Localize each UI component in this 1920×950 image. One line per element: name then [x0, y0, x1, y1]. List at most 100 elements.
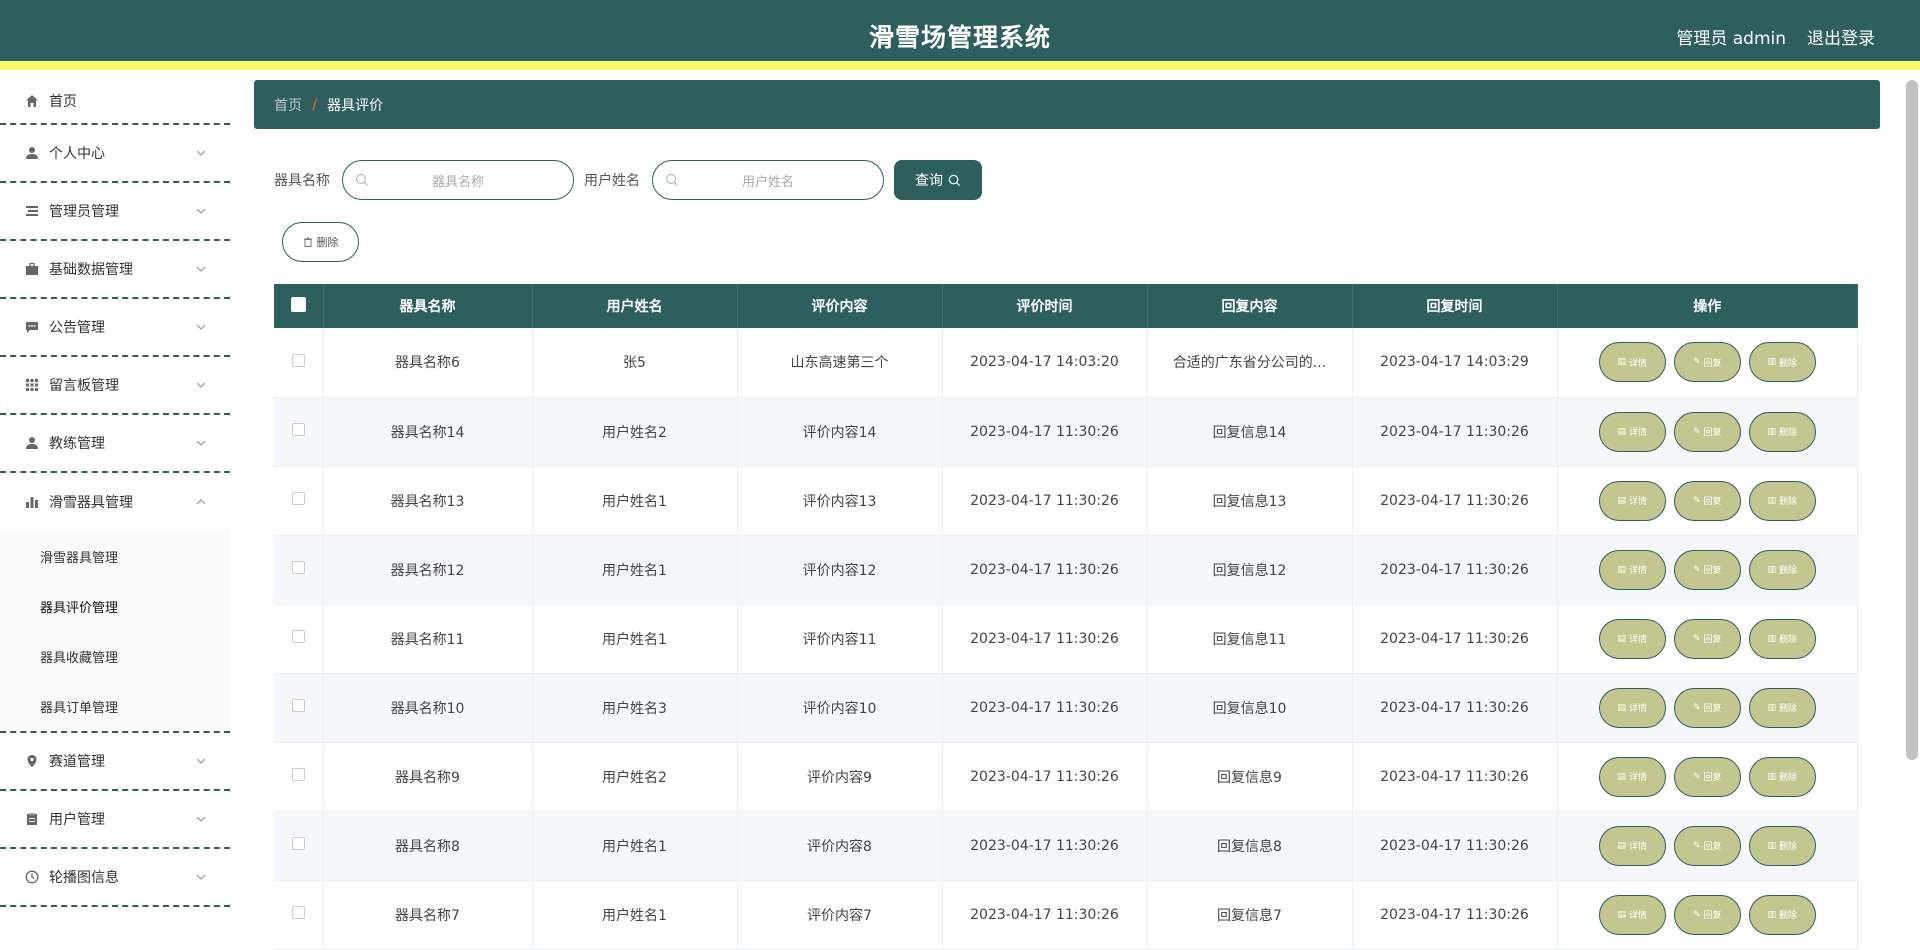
reply-button[interactable]: ✎ 回复: [1673, 687, 1741, 728]
cell-reply-content: 回复信息12: [1147, 535, 1353, 605]
gear-name-input[interactable]: 器具名称: [342, 160, 574, 200]
sidebar-item-board[interactable]: 留言板管理: [0, 357, 230, 415]
list-icon: [24, 203, 40, 219]
sidebar-item-admin[interactable]: 管理员管理: [0, 183, 230, 241]
doc-icon: ▤: [1617, 633, 1626, 644]
sidebar-item-label: 留言板管理: [49, 378, 119, 394]
cell-user-name: 用户姓名1: [532, 535, 738, 605]
select-all-checkbox[interactable]: [290, 296, 306, 312]
cell-reply-time: 2023-04-17 11:30:26: [1352, 811, 1558, 881]
detail-button[interactable]: ▤ 详情: [1598, 411, 1666, 452]
cell-review-content: 评价内容7: [737, 880, 943, 950]
detail-button[interactable]: ▤ 详情: [1598, 342, 1666, 383]
reply-button[interactable]: ✎ 回复: [1673, 618, 1741, 659]
sidebar: 首页 个人中心 管理员管理 基础数据管理 公告管理 留言板管理 教练管理 滑雪器…: [0, 79, 230, 911]
page-scrollbar[interactable]: [1906, 80, 1918, 760]
delete-button[interactable]: ▥ 删除: [1748, 549, 1816, 590]
reply-button[interactable]: ✎ 回复: [1673, 894, 1741, 935]
batch-delete-button[interactable]: 删除: [282, 222, 359, 262]
sidebar-item-carousel[interactable]: 轮播图信息: [0, 849, 230, 907]
logout-link[interactable]: 退出登录: [1807, 24, 1875, 49]
delete-button[interactable]: ▥ 删除: [1748, 342, 1816, 383]
sidebar-item-label: 基础数据管理: [49, 262, 133, 278]
cell-reply-time: 2023-04-17 11:30:26: [1352, 880, 1558, 950]
table-row: 器具名称6 张5 山东高速第三个 2023-04-17 14:03:20 合适的广东省分…: [274, 328, 1858, 398]
user-name-placeholder: 用户姓名: [741, 174, 794, 190]
reply-button[interactable]: ✎ 回复: [1673, 549, 1741, 590]
table-row: 器具名称11 用户姓名1 评价内容11 2023-04-17 11:30:26 回复信息…: [274, 604, 1858, 674]
row-checkbox[interactable]: [291, 630, 305, 643]
sidebar-item-track[interactable]: 赛道管理: [0, 733, 230, 791]
table-header-row: 器具名称 用户姓名 评价内容 评价时间 回复内容 回复时间 操作: [274, 284, 1858, 328]
delete-button[interactable]: ▥ 删除: [1748, 411, 1816, 452]
submenu-item-gear-order[interactable]: 器具订单管理: [0, 681, 230, 731]
reply-button[interactable]: ✎ 回复: [1673, 756, 1741, 797]
submenu-item-gear-review[interactable]: 器具评价管理: [0, 581, 230, 631]
detail-button[interactable]: ▤ 详情: [1598, 894, 1666, 935]
sidebar-item-notice[interactable]: 公告管理: [0, 299, 230, 357]
chevron-down-icon: [194, 870, 208, 884]
row-checkbox[interactable]: [291, 353, 305, 367]
col-reply-time: 回复时间: [1352, 284, 1558, 328]
detail-button[interactable]: ▤ 详情: [1598, 549, 1666, 590]
chevron-down-icon: [194, 754, 208, 768]
table-row: 器具名称12 用户姓名1 评价内容12 2023-04-17 11:30:26 回复信息…: [274, 535, 1858, 605]
row-checkbox[interactable]: [291, 768, 305, 781]
sidebar-item-personal[interactable]: 个人中心: [0, 125, 230, 183]
sidebar-item-label: 轮播图信息: [49, 870, 119, 886]
row-checkbox[interactable]: [291, 699, 305, 712]
cell-user-name: 用户姓名2: [532, 397, 738, 467]
col-actions: 操作: [1557, 284, 1858, 328]
detail-button[interactable]: ▤ 详情: [1598, 480, 1666, 521]
sidebar-item-users[interactable]: 用户管理: [0, 791, 230, 849]
cell-review-time: 2023-04-17 11:30:26: [942, 673, 1148, 743]
top-header: 滑雪场管理系统 管理员 admin 退出登录: [0, 0, 1920, 70]
cell-user-name: 用户姓名1: [532, 466, 738, 536]
cell-gear-name: 器具名称13: [323, 466, 533, 536]
delete-button[interactable]: ▥ 删除: [1748, 756, 1816, 797]
trash-icon: ▥: [1767, 633, 1776, 644]
detail-button[interactable]: ▤ 详情: [1598, 687, 1666, 728]
reply-button[interactable]: ✎ 回复: [1673, 480, 1741, 521]
delete-button[interactable]: ▥ 删除: [1748, 894, 1816, 935]
trash-icon: ▥: [1767, 771, 1776, 782]
edit-icon: ✎: [1692, 840, 1701, 851]
sidebar-item-basedata[interactable]: 基础数据管理: [0, 241, 230, 299]
detail-button[interactable]: ▤ 详情: [1598, 825, 1666, 866]
query-button[interactable]: 查询: [894, 160, 982, 200]
reply-button[interactable]: ✎ 回复: [1673, 342, 1741, 383]
delete-button[interactable]: ▥ 删除: [1748, 480, 1816, 521]
sidebar-item-coach[interactable]: 教练管理: [0, 415, 230, 473]
submenu-item-gear-favorite[interactable]: 器具收藏管理: [0, 631, 230, 681]
row-checkbox[interactable]: [291, 837, 305, 850]
col-gear-name: 器具名称: [323, 284, 533, 328]
table-row: 器具名称14 用户姓名2 评价内容14 2023-04-17 11:30:26 回复信息…: [274, 397, 1858, 467]
cell-review-time: 2023-04-17 11:30:26: [942, 466, 1148, 536]
user-name-input[interactable]: 用户姓名: [652, 160, 884, 200]
row-checkbox[interactable]: [291, 492, 305, 505]
detail-button[interactable]: ▤ 详情: [1598, 618, 1666, 659]
trash-icon: ▥: [1767, 702, 1776, 713]
delete-button[interactable]: ▥ 删除: [1748, 618, 1816, 659]
row-checkbox[interactable]: [291, 561, 305, 574]
cell-gear-name: 器具名称14: [323, 397, 533, 467]
sidebar-item-ski-gear[interactable]: 滑雪器具管理: [0, 473, 230, 531]
detail-button[interactable]: ▤ 详情: [1598, 756, 1666, 797]
cell-actions: ▤ 详情 ✎ 回复 ▥ 删除: [1557, 535, 1858, 605]
delete-button[interactable]: ▥ 删除: [1748, 825, 1816, 866]
reply-button[interactable]: ✎ 回复: [1673, 411, 1741, 452]
sidebar-item-home[interactable]: 首页: [0, 79, 230, 125]
table-row: 器具名称9 用户姓名2 评价内容9 2023-04-17 11:30:26 回复信息9 2…: [274, 742, 1858, 812]
doc-icon: ▤: [1617, 564, 1626, 575]
submenu-item-gear-manage[interactable]: 滑雪器具管理: [0, 531, 230, 581]
delete-button[interactable]: ▥ 删除: [1748, 687, 1816, 728]
row-checkbox[interactable]: [291, 906, 305, 919]
cell-reply-time: 2023-04-17 14:03:29: [1352, 328, 1558, 398]
cell-actions: ▤ 详情 ✎ 回复 ▥ 删除: [1557, 673, 1858, 743]
row-checkbox[interactable]: [291, 423, 305, 436]
reply-button[interactable]: ✎ 回复: [1673, 825, 1741, 866]
cell-reply-time: 2023-04-17 11:30:26: [1352, 673, 1558, 743]
breadcrumb-home[interactable]: 首页: [274, 95, 302, 115]
chevron-down-icon: [194, 436, 208, 450]
app-title: 滑雪场管理系统: [868, 23, 1051, 52]
